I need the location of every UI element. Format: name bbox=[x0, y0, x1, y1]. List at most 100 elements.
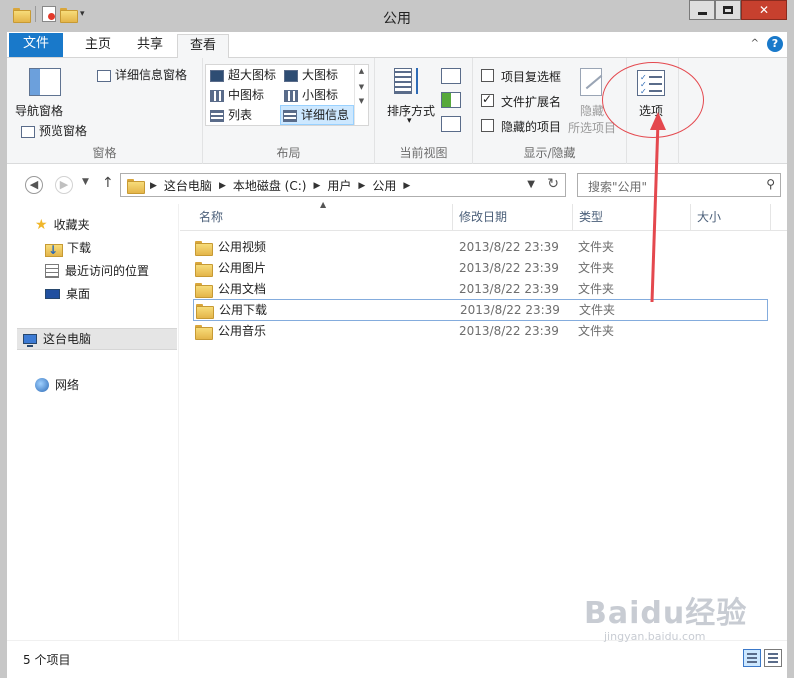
file-name: 公用下载 bbox=[219, 303, 268, 317]
downloads-icon bbox=[45, 239, 63, 261]
file-type: 文件夹 bbox=[578, 240, 615, 254]
folder-icon bbox=[195, 261, 213, 277]
crumb-local-disk[interactable]: 本地磁盘 (C:) bbox=[233, 177, 307, 194]
layout-gallery: 超大图标 大图标 中图标 小图标 列表 详细信息 ▲ ▼ ▼ bbox=[205, 64, 369, 126]
breadcrumb: ▶ 这台电脑 ▶ 本地磁盘 (C:) ▶ 用户 ▶ 公用 ▶ bbox=[127, 177, 410, 194]
minimize-icon bbox=[697, 12, 707, 15]
file-date: 2013/8/22 23:39 bbox=[459, 261, 559, 275]
table-row[interactable]: 公用图片 2013/8/22 23:39 文件夹 bbox=[193, 257, 768, 279]
network-icon bbox=[35, 378, 49, 392]
file-date: 2013/8/22 23:39 bbox=[459, 324, 559, 338]
refresh-icon[interactable]: ↻ bbox=[547, 176, 559, 192]
crumb-this-pc[interactable]: 这台电脑 bbox=[164, 177, 212, 194]
file-type: 文件夹 bbox=[578, 261, 615, 275]
sort-by-dropdown-icon[interactable]: ▾ bbox=[407, 116, 412, 126]
crumb-users[interactable]: 用户 bbox=[327, 177, 351, 194]
address-row: ◀ ▶ ▼ ↑ ▶ 这台电脑 ▶ 本地磁盘 (C:) ▶ 用户 ▶ 公用 ▶ ▼… bbox=[7, 164, 787, 204]
maximize-button[interactable] bbox=[715, 0, 741, 20]
file-date: 2013/8/22 23:39 bbox=[459, 282, 559, 296]
group-by-icon[interactable] bbox=[441, 68, 461, 84]
list-icon bbox=[210, 109, 224, 122]
nav-recent-places[interactable]: 最近访问的位置 bbox=[45, 260, 149, 282]
group-pane: 导航窗格 预览窗格 详细信息窗格 窗格 bbox=[7, 58, 203, 164]
file-type: 文件夹 bbox=[578, 324, 615, 338]
table-row[interactable]: 公用音乐 2013/8/22 23:39 文件夹 bbox=[193, 320, 768, 342]
nav-downloads[interactable]: 下载 bbox=[45, 237, 91, 261]
folder-icon bbox=[195, 324, 213, 340]
layout-extra-large-icons[interactable]: 超大图标 bbox=[208, 65, 276, 85]
minimize-button[interactable] bbox=[689, 0, 715, 20]
tab-home[interactable]: 主页 bbox=[73, 34, 123, 58]
tab-view[interactable]: 查看 bbox=[177, 34, 230, 59]
nav-network[interactable]: 网络 bbox=[35, 374, 79, 396]
search-input[interactable]: 搜索"公用" ⚲ bbox=[577, 173, 781, 197]
search-icon[interactable]: ⚲ bbox=[766, 177, 775, 191]
layout-large-icons[interactable]: 大图标 bbox=[282, 65, 338, 85]
column-date-modified[interactable]: 修改日期 bbox=[453, 204, 573, 230]
column-name[interactable]: 名称 bbox=[193, 204, 453, 230]
navigation-pane-icon[interactable] bbox=[29, 68, 61, 96]
item-checkboxes-label: 项目复选框 bbox=[501, 70, 562, 84]
hide-selected-label-2: 所选项目 bbox=[568, 121, 617, 135]
gallery-expand-icon[interactable]: ▼ bbox=[355, 97, 368, 105]
navigation-pane: ★收藏夹 下载 最近访问的位置 桌面 这台电脑 网络 bbox=[7, 204, 179, 640]
address-dropdown-icon[interactable]: ▼ bbox=[527, 179, 535, 190]
file-name: 公用文档 bbox=[218, 282, 267, 296]
column-headers: ▲ 名称 修改日期 类型 大小 bbox=[180, 200, 787, 231]
column-size[interactable]: 大小 bbox=[691, 204, 771, 230]
recent-places-icon bbox=[45, 264, 59, 278]
crumb-public[interactable]: 公用 bbox=[372, 177, 396, 194]
folder-icon bbox=[195, 282, 213, 298]
add-columns-icon[interactable] bbox=[441, 92, 461, 108]
recent-locations-icon[interactable]: ▼ bbox=[82, 177, 89, 187]
nav-favorites[interactable]: ★ 收藏夹 bbox=[35, 214, 90, 236]
details-pane-button[interactable]: 详细信息窗格 bbox=[97, 66, 187, 83]
table-row[interactable]: 公用视频 2013/8/22 23:39 文件夹 bbox=[193, 236, 768, 258]
tab-file[interactable]: 文件 bbox=[9, 33, 63, 57]
navigation-pane-button[interactable]: 导航窗格 bbox=[15, 102, 63, 119]
chevron-up-icon[interactable]: ^ bbox=[751, 38, 759, 49]
file-name: 公用图片 bbox=[218, 261, 267, 275]
sort-by-icon[interactable] bbox=[394, 68, 426, 98]
small-icons-icon bbox=[284, 89, 298, 102]
ribbon-tabs: 文件 主页 共享 查看 ^ ? bbox=[7, 32, 787, 59]
file-date: 2013/8/22 23:39 bbox=[460, 303, 560, 317]
layout-small-icons[interactable]: 小图标 bbox=[282, 85, 338, 105]
baidu-watermark: Baidu经验 bbox=[584, 596, 748, 631]
tab-share[interactable]: 共享 bbox=[125, 34, 175, 58]
star-icon: ★ bbox=[35, 217, 48, 233]
item-checkboxes-checkbox[interactable] bbox=[481, 69, 494, 82]
close-button[interactable]: ✕ bbox=[741, 0, 787, 20]
help-icon[interactable]: ? bbox=[767, 36, 783, 52]
back-button[interactable]: ◀ bbox=[25, 176, 43, 194]
file-name: 公用音乐 bbox=[218, 324, 267, 338]
hidden-items-checkbox[interactable] bbox=[481, 119, 494, 132]
column-type[interactable]: 类型 bbox=[573, 204, 691, 230]
layout-medium-icons[interactable]: 中图标 bbox=[208, 85, 264, 105]
scroll-up-icon[interactable]: ▲ bbox=[355, 67, 368, 75]
nav-desktop[interactable]: 桌面 bbox=[45, 283, 90, 305]
layout-list[interactable]: 列表 bbox=[208, 105, 252, 125]
size-columns-icon[interactable] bbox=[441, 116, 461, 132]
large-icons-view-button[interactable] bbox=[764, 649, 782, 667]
file-extensions-checkbox[interactable] bbox=[481, 92, 494, 107]
hide-selected-icon bbox=[580, 68, 602, 96]
item-count: 5 个项目 bbox=[23, 653, 71, 667]
group-label-pane: 窗格 bbox=[92, 146, 117, 160]
folder-icon bbox=[127, 179, 145, 194]
details-view-button[interactable] bbox=[743, 649, 761, 667]
address-bar[interactable]: ▶ 这台电脑 ▶ 本地磁盘 (C:) ▶ 用户 ▶ 公用 ▶ ▼ ↻ bbox=[120, 173, 566, 197]
file-type: 文件夹 bbox=[579, 303, 616, 317]
details-pane-icon bbox=[97, 69, 111, 82]
nav-this-pc[interactable]: 这台电脑 bbox=[17, 328, 177, 350]
file-type: 文件夹 bbox=[578, 282, 615, 296]
up-button[interactable]: ↑ bbox=[102, 175, 114, 191]
layout-details[interactable]: 详细信息 bbox=[280, 105, 354, 125]
table-row[interactable]: 公用文档 2013/8/22 23:39 文件夹 bbox=[193, 278, 768, 300]
table-row[interactable]: 公用下载 2013/8/22 23:39 文件夹 bbox=[193, 299, 768, 321]
scroll-down-icon[interactable]: ▼ bbox=[355, 83, 368, 91]
file-date: 2013/8/22 23:39 bbox=[459, 240, 559, 254]
preview-pane-button[interactable]: 预览窗格 bbox=[21, 122, 87, 139]
layout-gallery-scroll[interactable]: ▲ ▼ ▼ bbox=[354, 65, 368, 125]
forward-button[interactable]: ▶ bbox=[55, 176, 73, 194]
